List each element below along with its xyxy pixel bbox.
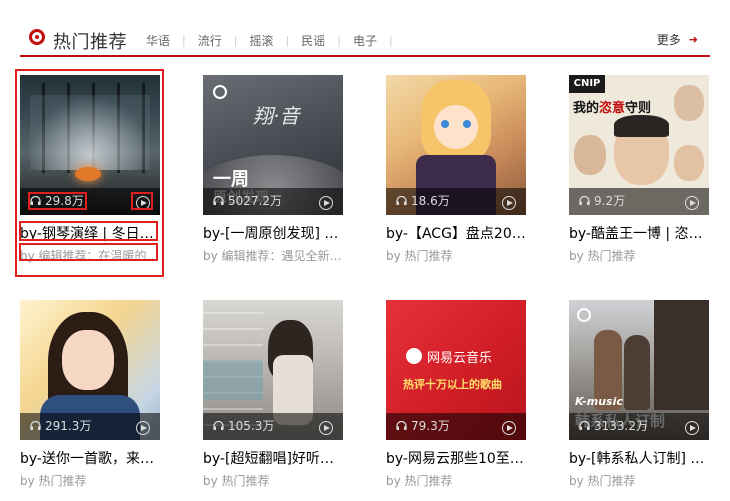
playlist-cover[interactable]: K-music 韩系私人订制 3133.2万 <box>569 300 709 440</box>
playlist-title[interactable]: by-[超短翻唱]好听的… <box>203 448 343 468</box>
playlist-subtitle[interactable]: by 编辑推荐：遇见全新… <box>203 247 343 264</box>
playlist-title[interactable]: by-[一周原创发现] … <box>203 223 343 243</box>
playlist-subtitle[interactable]: by 热门推荐 <box>569 247 709 264</box>
playlist-cover[interactable]: CNIP 我的恣意守则 9.2万 <box>569 75 709 215</box>
circle-logo-icon <box>29 29 45 45</box>
play-count-text: 3133.2万 <box>594 419 648 433</box>
headphones-icon <box>396 196 407 205</box>
playlist-title[interactable]: by-[韩系私人订制] … <box>569 448 709 468</box>
play-count: 18.6万 <box>396 192 450 209</box>
playlist-cover[interactable]: 18.6万 <box>386 75 526 215</box>
play-count-text: 9.2万 <box>594 194 626 208</box>
playlist-subtitle[interactable]: by 热门推荐 <box>386 472 526 489</box>
playlist-cover[interactable]: 291.3万 <box>20 300 160 440</box>
playlist-card: 105.3万 by-[超短翻唱]好听的… by 热门推荐 <box>203 300 343 489</box>
section-header: 热门推荐 华语 | 流行 | 摇滚 | 民谣 | 电子 | 更多 ➜ <box>20 22 710 57</box>
tab-minyao[interactable]: 民谣 <box>301 32 325 49</box>
playlist-card: 291.3万 by-送你一首歌，来… by 热门推荐 <box>20 300 160 489</box>
play-icon[interactable] <box>136 421 150 435</box>
playlist-title[interactable]: by-送你一首歌，来… <box>20 448 160 468</box>
divider: | <box>388 34 393 47</box>
play-icon[interactable] <box>685 421 699 435</box>
playlist-card: CNIP 我的恣意守则 9.2万 by-酷盖王一博 | 恣… by 热门推荐 <box>569 75 709 264</box>
tab-liuxing[interactable]: 流行 <box>198 32 222 49</box>
headphones-icon <box>213 196 224 205</box>
divider: | <box>285 34 290 47</box>
headphones-icon <box>579 421 590 430</box>
headphones-icon <box>579 196 590 205</box>
play-count: 3133.2万 <box>579 417 648 434</box>
play-count-text: 105.3万 <box>228 419 275 433</box>
more-link[interactable]: 更多 ➜ <box>657 31 698 48</box>
playlist-card: 18.6万 by-【ACG】盘点20… by 热门推荐 <box>386 75 526 264</box>
divider: | <box>337 34 341 47</box>
play-count: 291.3万 <box>30 417 91 434</box>
netease-logo-icon <box>406 348 422 364</box>
section-title[interactable]: 热门推荐 <box>53 28 127 54</box>
playlist-subtitle[interactable]: by 热门推荐 <box>386 247 526 264</box>
play-count-text: 5027.2万 <box>228 194 282 208</box>
headphones-icon <box>213 421 224 430</box>
play-icon[interactable] <box>685 196 699 210</box>
play-count: 5027.2万 <box>213 192 282 209</box>
playlist-title[interactable]: by-网易云那些10至… <box>386 448 526 468</box>
more-label[interactable]: 更多 <box>657 31 681 48</box>
divider: | <box>233 34 238 47</box>
headphones-icon <box>30 421 41 430</box>
play-count: 105.3万 <box>213 417 274 434</box>
play-count-text: 18.6万 <box>411 194 450 208</box>
play-icon[interactable] <box>319 421 333 435</box>
category-tabs: 华语 | 流行 | 摇滚 | 民谣 | 电子 | <box>146 32 405 49</box>
playlist-card: 翔·音 一周 原创发现 5027.2万 by-[一周原创发现] … by 编辑推… <box>203 75 343 264</box>
tab-dianzi[interactable]: 电子 <box>353 32 377 49</box>
play-icon[interactable] <box>319 196 333 210</box>
playlist-card: K-music 韩系私人订制 3133.2万 by-[韩系私人订制] … by … <box>569 300 709 489</box>
play-icon[interactable] <box>502 421 516 435</box>
netease-logo-icon <box>577 308 591 322</box>
arrow-right-icon: ➜ <box>688 33 698 46</box>
playlist-cover[interactable]: 105.3万 <box>203 300 343 440</box>
playlist-title[interactable]: by-酷盖王一博 | 恣… <box>569 223 709 243</box>
play-count-text: 79.3万 <box>411 419 450 433</box>
playlist-cover[interactable]: 翔·音 一周 原创发现 5027.2万 <box>203 75 343 215</box>
highlight-box <box>19 243 158 261</box>
highlight-box <box>19 221 158 241</box>
divider: | <box>182 34 186 47</box>
netease-logo-icon <box>213 85 227 99</box>
playlist-card: 网易云音乐 热评十万以上的歌曲 79.3万 by-网易云那些10至… by 热门… <box>386 300 526 489</box>
highlight-box <box>131 192 153 210</box>
playlist-subtitle[interactable]: by 热门推荐 <box>569 472 709 489</box>
play-icon[interactable] <box>502 196 516 210</box>
playlist-subtitle[interactable]: by 热门推荐 <box>20 472 160 489</box>
tab-huayu[interactable]: 华语 <box>146 32 170 49</box>
play-count: 79.3万 <box>396 417 450 434</box>
play-count-text: 291.3万 <box>45 419 92 433</box>
highlight-box <box>28 192 87 210</box>
headphones-icon <box>396 421 407 430</box>
playlist-cover[interactable]: 网易云音乐 热评十万以上的歌曲 79.3万 <box>386 300 526 440</box>
tab-yaogun[interactable]: 摇滚 <box>249 32 273 49</box>
playlist-title[interactable]: by-【ACG】盘点20… <box>386 223 526 243</box>
play-count: 9.2万 <box>579 192 625 209</box>
playlist-subtitle[interactable]: by 热门推荐 <box>203 472 343 489</box>
